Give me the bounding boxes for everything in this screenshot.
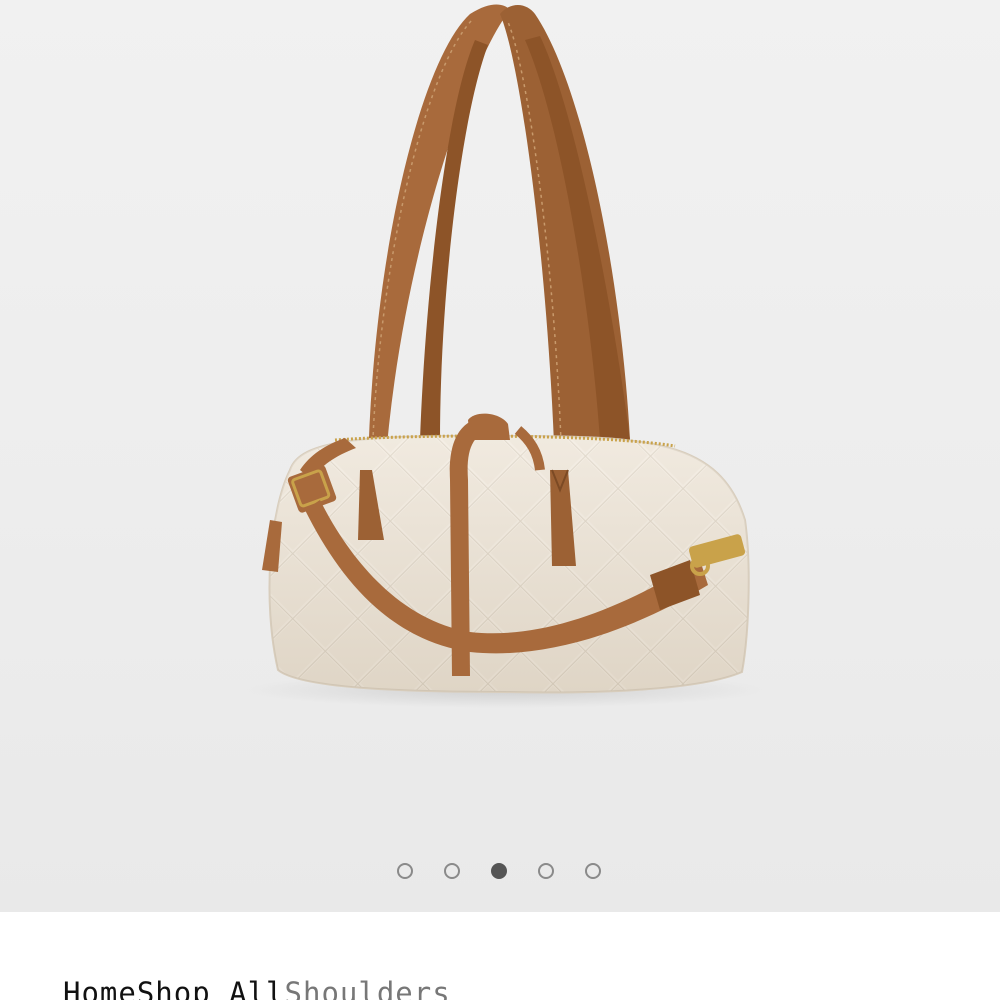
breadcrumb-current-shoulders: Shoulders [284, 976, 451, 1000]
carousel-dot-5[interactable] [585, 863, 601, 879]
carousel-dot-1[interactable] [397, 863, 413, 879]
product-image-gallery[interactable] [0, 0, 1000, 912]
breadcrumb-home-link[interactable]: Home [63, 976, 137, 1000]
carousel-dot-3-active[interactable] [491, 863, 507, 879]
breadcrumb-shop-all-link[interactable]: Shop All [137, 976, 285, 1000]
carousel-dot-4[interactable] [538, 863, 554, 879]
carousel-dot-2[interactable] [444, 863, 460, 879]
product-page: HomeShop AllShoulders [0, 0, 1000, 1000]
carousel-pagination [0, 861, 999, 883]
breadcrumb: HomeShop AllShoulders [63, 976, 451, 1000]
product-image [245, 4, 765, 708]
